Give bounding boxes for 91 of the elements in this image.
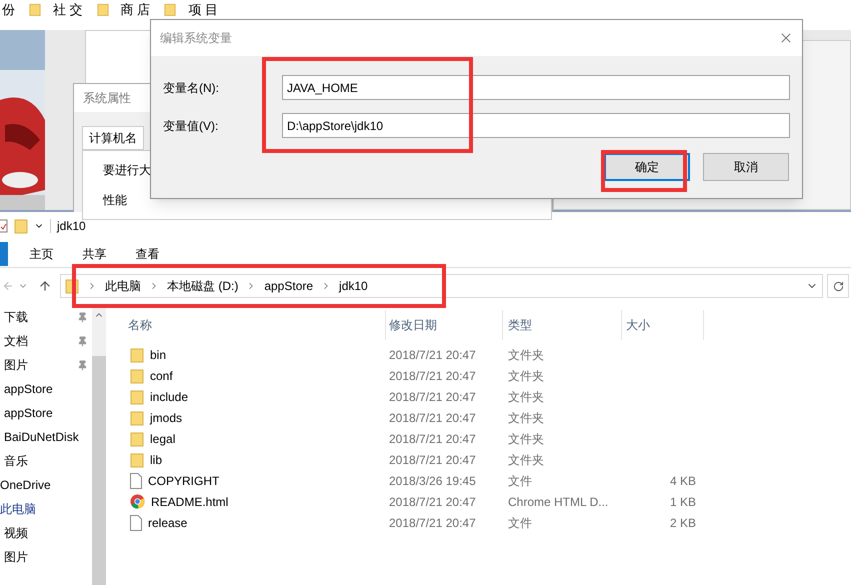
file-icon (130, 514, 142, 530)
browser-icon (130, 494, 145, 509)
breadcrumb[interactable]: appStore (264, 277, 314, 295)
nav-item[interactable]: BaiDuNetDisk (4, 428, 79, 446)
folder-icon (130, 452, 144, 468)
nav-item[interactable]: appStore (4, 404, 53, 422)
folder-icon (130, 368, 144, 384)
file-tab[interactable] (0, 242, 8, 266)
window-title: 系统属性 (83, 90, 131, 107)
date-cell-text: 2018/7/21 20:47 (388, 368, 477, 384)
column-header[interactable]: 名称 (126, 310, 386, 340)
size-cell-text: 2 KB (670, 514, 696, 532)
file-name[interactable]: bin (150, 346, 166, 364)
refresh-button[interactable] (827, 274, 849, 298)
ribbon-tab[interactable]: 查看 (128, 244, 167, 262)
size-cell-text: 1 KB (670, 494, 696, 510)
pin-icon (77, 360, 88, 370)
file-name[interactable]: include (150, 388, 188, 406)
refresh-icon (832, 280, 844, 292)
folder-icon (130, 346, 144, 362)
type-cell-text: 文件夹 (507, 430, 545, 448)
column-header[interactable]: 修改日期 (386, 310, 503, 340)
dialog-button[interactable]: 取消 (703, 153, 789, 181)
file-name[interactable]: release (148, 514, 188, 532)
size-cell-text: 4 KB (670, 472, 696, 490)
file-name[interactable]: lib (150, 450, 162, 468)
group-label: 性能 (103, 192, 128, 209)
date-cell-text: 2018/7/21 20:47 (388, 430, 477, 448)
folder-icon (96, 2, 109, 17)
type-cell-text: 文件夹 (507, 368, 545, 384)
nav-item[interactable]: appStore (4, 380, 53, 398)
date-cell-text: 2018/7/21 20:47 (388, 346, 477, 364)
type-cell-text: 文件夹 (507, 410, 545, 426)
column-header[interactable]: 类型 (503, 310, 622, 340)
tab[interactable]: 计算机名 (82, 126, 144, 150)
bookmark[interactable]: 项 目 (188, 2, 218, 17)
folder-icon (29, 2, 41, 17)
bookmark[interactable]: 商 店 (120, 2, 150, 17)
ribbon-tab[interactable]: 主页 (22, 244, 61, 262)
description-text: 要进行大 (103, 162, 152, 179)
address-bar[interactable]: 此电脑 本地磁盘 (D:) appStore jdk10 (60, 274, 823, 298)
folder-icon (164, 2, 176, 17)
bookmark[interactable]: 份 (2, 2, 15, 17)
type-cell-text: 文件夹 (507, 452, 545, 468)
folder-icon (130, 410, 144, 426)
breadcrumb[interactable]: jdk10 (339, 277, 368, 295)
nav-item[interactable]: 文档 (4, 332, 28, 350)
nav-item[interactable]: 视频 (4, 524, 28, 542)
nav-item[interactable]: 图片 (4, 356, 28, 374)
nav-item[interactable]: 下载 (4, 308, 28, 326)
ribbon-tab[interactable]: 共享 (75, 244, 114, 262)
column-header[interactable]: 大小 (622, 310, 704, 340)
window-title: jdk10 (57, 218, 86, 235)
date-cell-text: 2018/7/21 20:47 (388, 410, 477, 426)
date-cell-text: 2018/7/21 20:47 (388, 494, 477, 510)
type-cell-text: 文件夹 (507, 388, 545, 406)
breadcrumb[interactable]: 此电脑 (105, 277, 141, 295)
scroll-thumb[interactable] (92, 356, 106, 585)
breadcrumb[interactable]: 本地磁盘 (D:) (167, 277, 238, 295)
nav-item[interactable]: 此电脑 (0, 500, 36, 518)
field-label: 变量名(N): (163, 80, 220, 96)
type-cell-text: 文件夹 (507, 346, 545, 364)
folder-icon (130, 430, 144, 446)
nav-item[interactable]: 音乐 (4, 452, 28, 470)
file-name[interactable]: conf (150, 366, 173, 384)
type-cell-text: 文件 (507, 472, 533, 490)
pin-icon (77, 312, 88, 322)
dialog-button[interactable]: 确定 (604, 153, 690, 181)
bookmark[interactable]: 社 交 (53, 2, 83, 17)
type-cell-text: Chrome HTML D... (507, 494, 610, 510)
file-name[interactable]: COPYRIGHT (148, 472, 220, 490)
file-icon (130, 472, 142, 488)
field-label: 变量值(V): (163, 118, 220, 134)
pin-icon (77, 336, 88, 346)
file-name[interactable]: README.html (151, 492, 228, 510)
date-cell-text: 2018/7/21 20:47 (388, 388, 477, 406)
date-cell-text: 2018/3/26 19:45 (388, 472, 477, 490)
properties-icon[interactable] (0, 219, 8, 233)
file-name[interactable]: jmods (150, 408, 182, 426)
dialog-title: 编辑系统变量 (160, 30, 232, 47)
folder-icon (130, 388, 144, 404)
date-cell-text: 2018/7/21 20:47 (388, 452, 477, 468)
type-cell-text: 文件 (507, 514, 533, 532)
up-icon[interactable] (38, 279, 52, 293)
file-name[interactable]: legal (150, 430, 176, 448)
input-field[interactable]: D:\appStore\jdk10 (282, 113, 790, 138)
nav-item[interactable]: 图片 (4, 548, 28, 566)
nav-item[interactable]: OneDrive (0, 476, 51, 494)
input-field[interactable]: JAVA_HOME (282, 75, 790, 100)
folder-icon (14, 218, 28, 234)
date-cell-text: 2018/7/21 20:47 (388, 514, 477, 532)
